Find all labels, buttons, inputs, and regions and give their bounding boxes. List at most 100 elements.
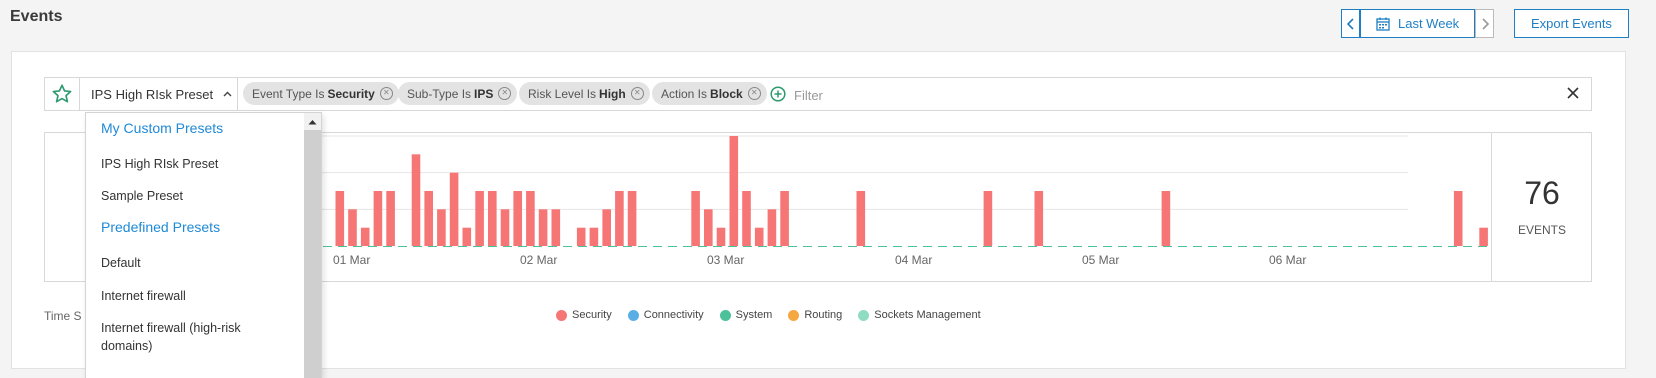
legend-item-security[interactable]: Security (556, 309, 612, 321)
legend-label: Connectivity (643, 309, 704, 321)
timeseries-label: Time S (44, 309, 82, 323)
preset-item-ips-high-risk[interactable]: IPS High RIsk Preset (101, 155, 291, 173)
chip-field: Event Type Is (252, 86, 325, 101)
bar-security[interactable] (500, 209, 510, 246)
bar-security[interactable] (526, 191, 535, 246)
bar-security[interactable] (475, 191, 484, 246)
chart-legend: Security Connectivity System Routing Soc… (556, 309, 981, 321)
bar-security[interactable] (488, 191, 497, 246)
bar-security[interactable] (1479, 227, 1488, 246)
x-tick-label: 04 Mar (895, 253, 932, 267)
preset-item-default[interactable]: Default (101, 254, 291, 272)
events-count-label: EVENTS (1517, 223, 1566, 237)
bar-security[interactable] (538, 209, 548, 246)
clear-filters-icon[interactable] (1566, 86, 1580, 100)
predefined-presets-header: Predefined Presets (101, 219, 221, 235)
bar-security[interactable] (551, 209, 561, 246)
legend-item-routing[interactable]: Routing (788, 309, 842, 321)
chip-value: Block (710, 86, 743, 101)
bar-security[interactable] (335, 191, 345, 246)
bar-security[interactable] (704, 209, 713, 246)
bar-security[interactable] (513, 191, 522, 246)
bar-security[interactable] (1161, 191, 1171, 246)
bar-security[interactable] (576, 227, 586, 246)
favorite-preset-button[interactable] (44, 77, 80, 111)
bar-security[interactable] (716, 227, 726, 246)
x-tick-label: 01 Mar (333, 253, 370, 267)
legend-label: Security (572, 309, 612, 321)
legend-item-connectivity[interactable]: Connectivity (627, 309, 704, 321)
next-range-button[interactable] (1475, 9, 1495, 38)
preset-select[interactable]: IPS High RIsk Preset (81, 77, 238, 111)
star-icon (52, 84, 71, 103)
bar-security[interactable] (742, 191, 751, 246)
preset-item-internet-firewall[interactable]: Internet firewall (101, 287, 291, 305)
calendar-icon (1376, 17, 1390, 31)
legend-dot (719, 309, 731, 321)
bar-security[interactable] (780, 191, 789, 246)
legend-item-system[interactable]: System (719, 309, 773, 321)
bar-security[interactable] (602, 209, 611, 246)
chevron-left-icon (1346, 17, 1354, 30)
bar-security[interactable] (983, 191, 993, 246)
chip-field: Action Is (661, 86, 708, 101)
bar-security[interactable] (437, 209, 446, 246)
bar-security[interactable] (691, 191, 700, 246)
chip-value: IPS (474, 86, 494, 101)
legend-label: Routing (804, 309, 843, 321)
preset-item-internet-firewall-high-risk[interactable]: Internet firewall (high-risk domains) (101, 319, 291, 355)
legend-item-sockets-management[interactable]: Sockets Management (858, 309, 981, 321)
legend-label: Sockets Management (874, 309, 981, 321)
custom-presets-header: My Custom Presets (101, 120, 224, 136)
chevron-up-icon (223, 89, 232, 100)
chip-field: Sub-Type Is (407, 86, 472, 101)
chip-field: Risk Level Is (528, 86, 597, 101)
dropdown-scrollbar[interactable] (304, 113, 321, 378)
filter-chip-sub-type[interactable]: Sub-Type Is IPS ✕ (398, 82, 518, 105)
bar-security[interactable] (360, 227, 370, 246)
filter-chip-action[interactable]: Action Is Block ✕ (652, 82, 767, 105)
remove-chip-icon[interactable]: ✕ (747, 87, 761, 100)
page-title: Events (10, 8, 63, 25)
bar-security[interactable] (754, 227, 764, 246)
bar-security[interactable] (424, 191, 433, 246)
bar-security[interactable] (729, 136, 739, 246)
bar-security[interactable] (449, 172, 459, 246)
legend-dot (556, 309, 567, 321)
remove-chip-icon[interactable]: ✕ (498, 87, 512, 100)
bar-security[interactable] (348, 209, 357, 246)
filter-chip-event-type[interactable]: Event Type Is Security ✕ (243, 82, 399, 105)
date-range-button[interactable]: Last Week (1360, 9, 1476, 38)
bar-security[interactable] (627, 191, 637, 246)
remove-chip-icon[interactable]: ✕ (379, 87, 393, 100)
date-range-nav: Last Week (1341, 9, 1495, 38)
bar-security[interactable] (462, 227, 472, 246)
bar-security[interactable] (1034, 191, 1044, 246)
bar-security[interactable] (386, 191, 395, 246)
export-events-button[interactable]: Export Events (1514, 9, 1629, 38)
preset-select-value: IPS High RIsk Preset (91, 86, 214, 102)
bar-security[interactable] (1453, 191, 1463, 246)
remove-chip-icon[interactable]: ✕ (630, 87, 644, 100)
bar-security[interactable] (589, 227, 599, 246)
legend-dot (858, 309, 870, 321)
x-tick-label: 03 Mar (707, 253, 744, 267)
x-tick-label: 06 Mar (1269, 253, 1306, 267)
bar-security[interactable] (411, 154, 421, 246)
previous-range-button[interactable] (1341, 9, 1360, 38)
filter-chip-risk-level[interactable]: Risk Level Is High ✕ (519, 82, 650, 105)
x-tick-label: 02 Mar (520, 253, 557, 267)
legend-dot (788, 309, 800, 321)
bar-security[interactable] (373, 191, 383, 246)
scroll-up-icon[interactable] (304, 113, 321, 130)
legend-label: System (735, 309, 773, 321)
bar-security[interactable] (615, 191, 624, 246)
filter-input[interactable] (792, 83, 1096, 107)
bar-security[interactable] (767, 209, 777, 246)
chevron-right-icon (1482, 17, 1489, 30)
chip-value: High (599, 86, 626, 101)
bar-security[interactable] (856, 191, 866, 246)
chip-value: Security (327, 86, 375, 101)
preset-item-sample[interactable]: Sample Preset (101, 187, 291, 205)
add-filter-icon[interactable] (770, 86, 786, 102)
